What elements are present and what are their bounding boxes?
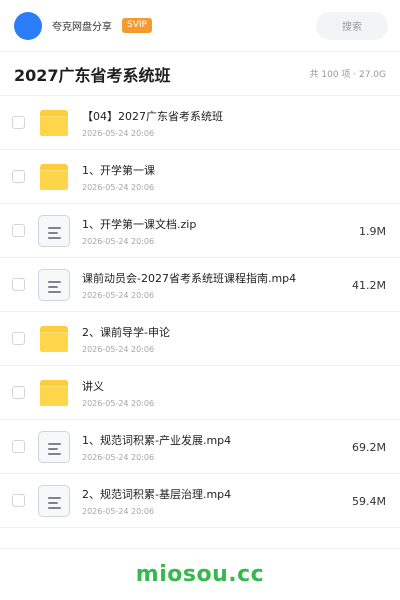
select-checkbox[interactable] bbox=[12, 278, 25, 291]
header: 夸克网盘分享 SVIP 搜索 bbox=[0, 0, 400, 52]
select-checkbox[interactable] bbox=[12, 224, 25, 237]
document-icon bbox=[38, 215, 70, 247]
file-name[interactable]: 2、规范词积累-基层治理.mp4 bbox=[82, 486, 231, 502]
file-row[interactable]: 1、规范词积累-产业发展.mp4 2026-05-24 20:06 69.2M bbox=[0, 420, 400, 474]
item-summary: 共 100 项 · 27.0G bbox=[309, 70, 387, 80]
file-name[interactable]: 讲义 bbox=[82, 378, 104, 394]
document-icon bbox=[38, 269, 70, 301]
select-checkbox[interactable] bbox=[12, 170, 25, 183]
file-name[interactable]: 【04】2027广东省考系统班 bbox=[82, 108, 223, 124]
select-checkbox[interactable] bbox=[12, 386, 25, 399]
file-name[interactable]: 1、规范词积累-产业发展.mp4 bbox=[82, 432, 231, 448]
file-row[interactable]: 讲义 2026-05-24 20:06 bbox=[0, 366, 400, 420]
footer: miosou.cc bbox=[0, 548, 400, 600]
file-date: 2026-05-24 20:06 bbox=[82, 129, 155, 138]
file-date: 2026-05-24 20:06 bbox=[82, 183, 155, 192]
file-row[interactable]: 1、开学第一课 2026-05-24 20:06 bbox=[0, 150, 400, 204]
file-size: 41.2M bbox=[352, 279, 386, 292]
file-date: 2026-05-24 20:06 bbox=[82, 237, 155, 246]
file-date: 2026-05-24 20:06 bbox=[82, 507, 155, 516]
file-list: 【04】2027广东省考系统班 2026-05-24 20:06 1、开学第一课 20… bbox=[0, 96, 400, 528]
select-checkbox[interactable] bbox=[12, 116, 25, 129]
file-name[interactable]: 课前动员会-2027省考系统班课程指南.mp4 bbox=[82, 270, 296, 286]
file-name[interactable]: 1、开学第一课 bbox=[82, 162, 155, 178]
title-bar: 2027广东省考系统班 共 100 项 · 27.0G bbox=[0, 52, 400, 96]
folder-icon bbox=[38, 107, 70, 139]
file-name[interactable]: 1、开学第一课文档.zip bbox=[82, 216, 196, 232]
file-name[interactable]: 2、课前导学-申论 bbox=[82, 324, 170, 340]
svip-badge: SVIP bbox=[122, 18, 152, 33]
folder-icon bbox=[38, 323, 70, 355]
document-icon bbox=[38, 431, 70, 463]
page-title: 2027广东省考系统班 bbox=[14, 65, 171, 85]
user-name: 夸克网盘分享 bbox=[52, 22, 112, 33]
document-icon bbox=[38, 485, 70, 517]
file-date: 2026-05-24 20:06 bbox=[82, 291, 155, 300]
file-row[interactable]: 课前动员会-2027省考系统班课程指南.mp4 2026-05-24 20:06 4… bbox=[0, 258, 400, 312]
file-size: 59.4M bbox=[352, 495, 386, 508]
select-checkbox[interactable] bbox=[12, 494, 25, 507]
search-button[interactable]: 搜索 bbox=[316, 11, 388, 40]
file-date: 2026-05-24 20:06 bbox=[82, 345, 155, 354]
file-date: 2026-05-24 20:06 bbox=[82, 399, 155, 408]
folder-icon bbox=[38, 377, 70, 409]
file-row[interactable]: 2、课前导学-申论 2026-05-24 20:06 bbox=[0, 312, 400, 366]
file-row[interactable]: 2、规范词积累-基层治理.mp4 2026-05-24 20:06 59.4M bbox=[0, 474, 400, 528]
avatar[interactable] bbox=[14, 11, 42, 40]
select-checkbox[interactable] bbox=[12, 332, 25, 345]
folder-icon bbox=[38, 161, 70, 193]
file-row[interactable]: 【04】2027广东省考系统班 2026-05-24 20:06 bbox=[0, 96, 400, 150]
file-size: 69.2M bbox=[352, 441, 386, 454]
select-checkbox[interactable] bbox=[12, 440, 25, 453]
file-size: 1.9M bbox=[359, 225, 386, 238]
watermark: miosou.cc bbox=[135, 562, 265, 587]
file-date: 2026-05-24 20:06 bbox=[82, 453, 155, 462]
file-row[interactable]: 1、开学第一课文档.zip 2026-05-24 20:06 1.9M bbox=[0, 204, 400, 258]
